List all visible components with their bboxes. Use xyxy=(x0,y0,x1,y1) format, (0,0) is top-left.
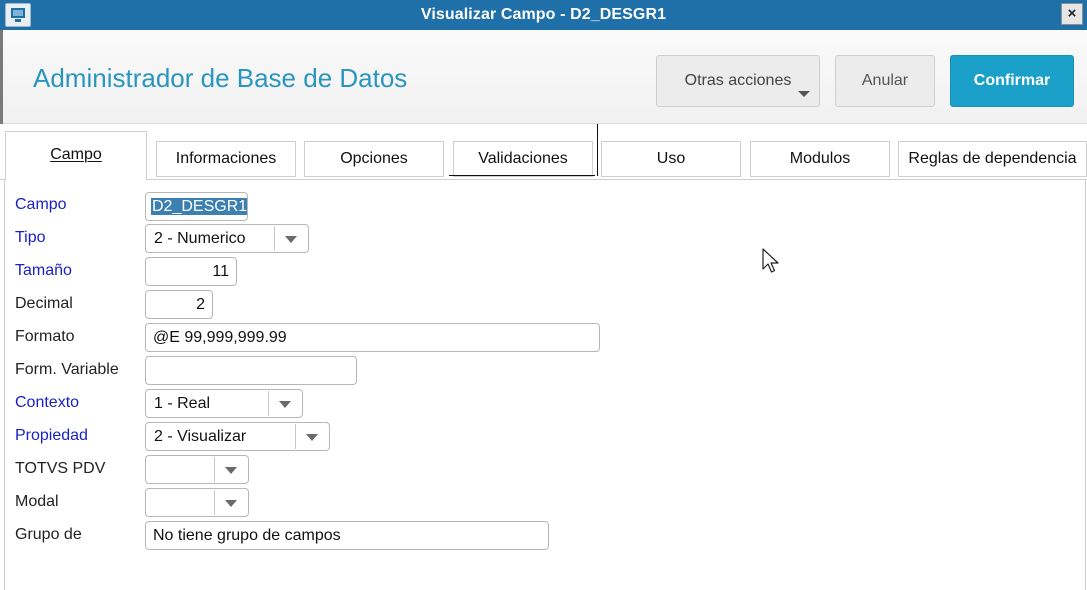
tab-label: Reglas de dependencia xyxy=(908,150,1077,167)
panel-right-border xyxy=(1085,180,1086,590)
tab-modulos[interactable]: Modulos xyxy=(750,141,890,177)
contexto-label: Contexto xyxy=(15,394,80,411)
decimal-label: Decimal xyxy=(15,295,73,312)
page-title: Administrador de Base de Datos xyxy=(33,63,408,93)
chevron-down-icon xyxy=(225,467,237,474)
select-separator xyxy=(214,490,215,515)
formato-field[interactable]: @E 99,999,999.99 xyxy=(145,323,600,352)
tipo-value: 2 - Numerico xyxy=(154,230,246,247)
totvs-pdv-label: TOTVS PDV xyxy=(15,460,106,477)
modal-label: Modal xyxy=(15,493,59,510)
select-separator xyxy=(268,391,269,416)
cancel-button[interactable]: Anular xyxy=(835,55,935,107)
propiedad-label: Propiedad xyxy=(15,427,88,444)
tab-label: Modulos xyxy=(789,150,851,167)
propiedad-select[interactable]: 2 - Visualizar xyxy=(145,422,330,451)
form-variable-field[interactable] xyxy=(145,356,357,385)
contexto-select[interactable]: 1 - Real xyxy=(145,389,303,418)
field-form: Campo D2_DESGR1 Tipo 2 - Numerico Tamaño… xyxy=(0,180,1087,590)
tipo-select[interactable]: 2 - Numerico xyxy=(145,224,309,253)
tab-label: Campo xyxy=(50,146,102,163)
tab-campo[interactable]: Campo xyxy=(5,131,147,180)
select-separator xyxy=(214,457,215,482)
grupo-de-label: Grupo de xyxy=(15,526,82,543)
chevron-down-icon xyxy=(285,236,297,243)
close-icon[interactable]: × xyxy=(1061,3,1083,25)
window-titlebar: Visualizar Campo - D2_DESGR1 × xyxy=(0,0,1087,30)
select-separator xyxy=(274,226,275,251)
confirm-button[interactable]: Confirmar xyxy=(950,55,1074,107)
header-left-edge xyxy=(0,30,3,124)
form-variable-label: Form. Variable xyxy=(15,361,119,378)
select-separator xyxy=(295,424,296,449)
chevron-down-icon xyxy=(279,401,291,408)
formato-label: Formato xyxy=(15,328,75,345)
decimal-field[interactable]: 2 xyxy=(145,290,213,319)
tab-opciones[interactable]: Opciones xyxy=(304,141,444,177)
more-actions-button[interactable]: Otras acciones xyxy=(656,55,820,107)
page-header: Administrador de Base de Datos Otras acc… xyxy=(0,30,1087,124)
campo-label: Campo xyxy=(15,196,67,213)
propiedad-value: 2 - Visualizar xyxy=(154,428,247,445)
grupo-de-field[interactable]: No tiene grupo de campos xyxy=(145,521,549,550)
tab-informaciones[interactable]: Informaciones xyxy=(156,141,296,177)
tab-bar: Campo Informaciones Opciones Validacione… xyxy=(0,124,1087,180)
panel-left-border xyxy=(4,180,5,590)
campo-field[interactable]: D2_DESGR1 xyxy=(145,192,248,221)
mouse-pointer-icon xyxy=(762,248,779,273)
tab-validaciones[interactable]: Validaciones xyxy=(453,141,593,177)
tab-divider xyxy=(597,124,598,176)
tab-reglas-de-dependencia[interactable]: Reglas de dependencia xyxy=(898,141,1087,177)
tab-underline xyxy=(449,175,595,176)
tipo-label: Tipo xyxy=(15,229,46,246)
modal-select[interactable] xyxy=(145,488,249,517)
chevron-down-icon xyxy=(798,91,810,97)
more-actions-label: Otras acciones xyxy=(684,72,792,89)
tamano-label: Tamaño xyxy=(15,262,72,279)
tab-uso[interactable]: Uso xyxy=(601,141,741,177)
totvs-pdv-select[interactable] xyxy=(145,455,249,484)
tab-label: Opciones xyxy=(340,150,408,167)
chevron-down-icon xyxy=(306,434,318,441)
contexto-value: 1 - Real xyxy=(154,395,211,412)
tab-label: Informaciones xyxy=(175,150,277,167)
window-title: Visualizar Campo - D2_DESGR1 xyxy=(420,6,667,23)
tab-label: Validaciones xyxy=(478,150,568,167)
chevron-down-icon xyxy=(225,500,237,507)
campo-value: D2_DESGR1 xyxy=(151,198,248,215)
tamano-field[interactable]: 11 xyxy=(145,257,237,286)
tab-label: Uso xyxy=(656,150,686,167)
